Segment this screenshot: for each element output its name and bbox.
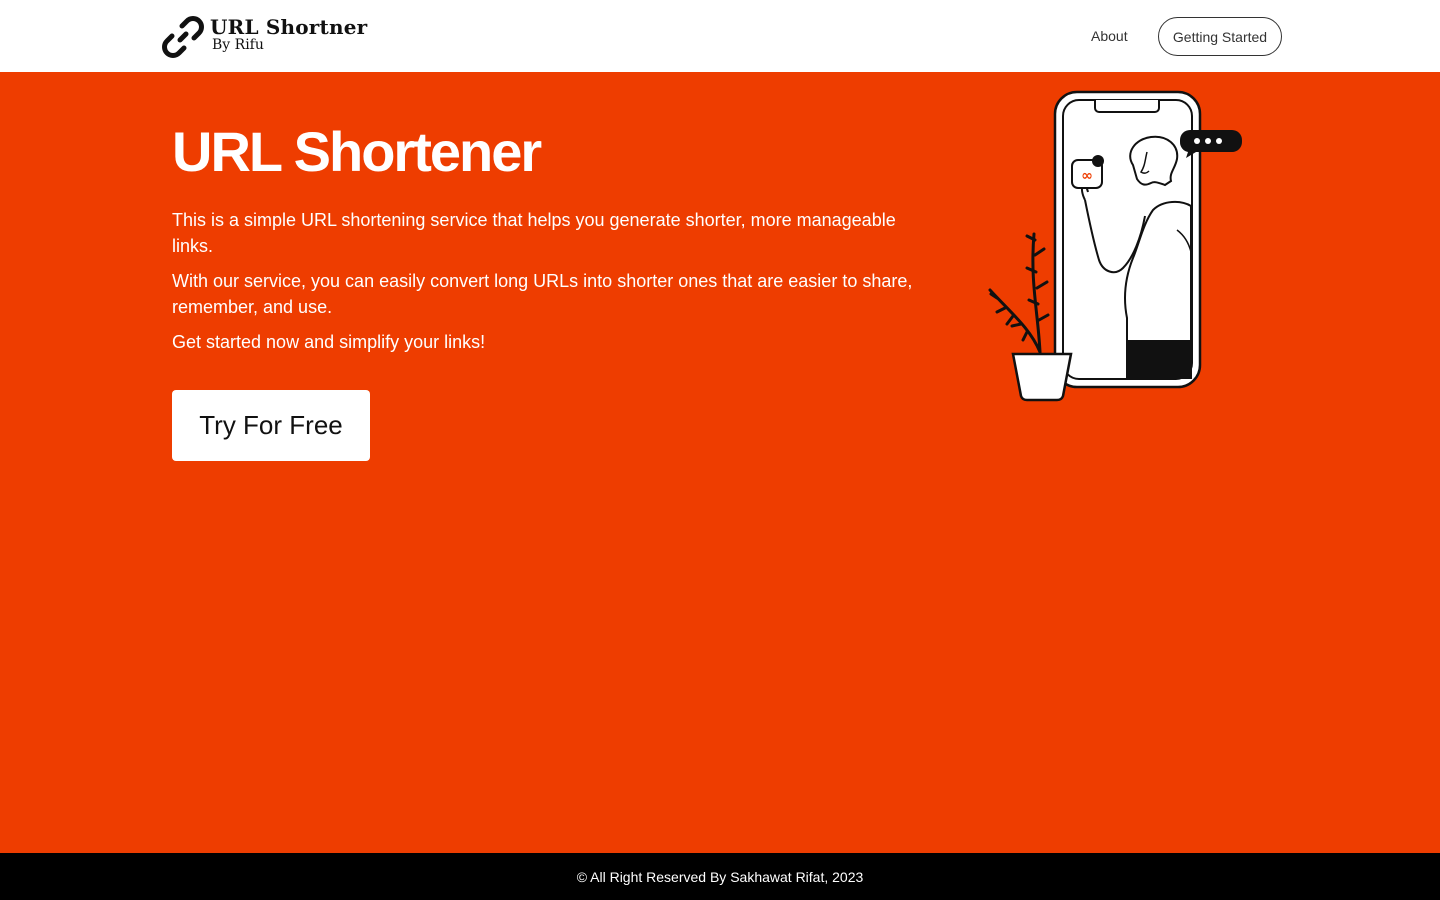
nav-link-about[interactable]: About — [1091, 27, 1128, 45]
getting-started-button[interactable]: Getting Started — [1158, 17, 1282, 56]
page-title: URL Shortener — [172, 120, 542, 183]
brand-text: URL Shortner By Rifu — [210, 15, 367, 53]
navbar: URL Shortner By Rifu About Getting Start… — [0, 0, 1440, 72]
try-for-free-button[interactable]: Try For Free — [172, 390, 370, 461]
svg-text:∞: ∞ — [1081, 168, 1093, 184]
hero-paragraph-2: With our service, you can easily convert… — [172, 271, 913, 317]
footer-copyright: © All Right Reserved By Sakhawat Rifat, … — [576, 868, 864, 885]
link-icon — [162, 16, 204, 58]
footer: © All Right Reserved By Sakhawat Rifat, … — [0, 853, 1440, 900]
hero-paragraph-3: Get started now and simplify your links! — [172, 332, 486, 352]
hero-illustration: ∞ — [988, 90, 1242, 402]
hero-paragraph-1: This is a simple URL shortening service … — [172, 210, 896, 256]
brand-logo-link[interactable]: URL Shortner By Rifu — [160, 14, 367, 60]
brand-subtitle: By Rifu — [212, 37, 264, 53]
brand-title: URL Shortner — [210, 15, 368, 39]
